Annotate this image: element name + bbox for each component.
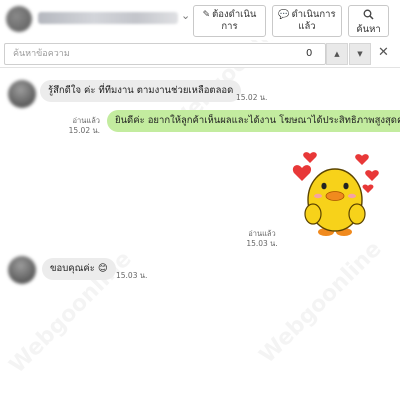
- duck-hearts-sticker[interactable]: [288, 148, 384, 240]
- done-button[interactable]: 💬 ดำเนินการ แล้ว: [272, 5, 342, 37]
- read-status: อ่านแล้ว: [72, 116, 100, 125]
- done-label-2: แล้ว: [298, 21, 316, 32]
- prev-result-button[interactable]: ▲: [326, 43, 348, 65]
- message-time: 15.03 น.: [246, 239, 278, 248]
- message-time: 15.03 น.: [116, 271, 148, 280]
- incoming-message[interactable]: รู้สึกดีใจ ค่ะ ที่ทีมงาน ตามงานช่วยเหลือ…: [40, 80, 242, 102]
- message-search-bar: 0 ▲ ▼ ✕: [0, 42, 400, 68]
- todo-label-2: การ: [221, 21, 238, 32]
- message-time: 15.02 น.: [68, 126, 100, 135]
- close-icon[interactable]: ✕: [378, 45, 389, 60]
- contact-name-blurred[interactable]: [38, 12, 178, 24]
- read-status: อ่านแล้ว: [248, 229, 276, 238]
- note-icon: ✎: [202, 10, 211, 20]
- watermark: Webgoonline: [255, 237, 387, 369]
- triangle-up-icon: ▲: [334, 50, 340, 58]
- next-result-button[interactable]: ▼: [349, 43, 371, 65]
- sender-avatar[interactable]: [8, 80, 36, 108]
- outgoing-message[interactable]: ยินดีค่ะ อยากให้ลูกค้าเห็นผลและได้งาน โฆ…: [107, 110, 400, 132]
- done-label-1: ดำเนินการ: [291, 9, 336, 20]
- incoming-message[interactable]: ขอบคุณค่ะ 😊: [42, 258, 116, 280]
- search-button[interactable]: ค้นหา: [348, 5, 389, 37]
- message-search-input[interactable]: [4, 43, 326, 65]
- message-time: 15.02 น.: [236, 93, 268, 102]
- sender-avatar[interactable]: [8, 256, 36, 284]
- chat-icon: 💬: [278, 10, 290, 20]
- contact-avatar[interactable]: [6, 6, 32, 32]
- search-result-count: 0: [306, 48, 313, 59]
- chat-header: ⌄ ✎ ต้องดำเนิน การ 💬 ดำเนินการ แล้ว ค้นหา: [0, 0, 400, 40]
- chevron-down-icon[interactable]: ⌄: [181, 9, 190, 22]
- search-icon: [349, 9, 388, 24]
- todo-label-1: ต้องดำเนิน: [212, 9, 257, 20]
- todo-button[interactable]: ✎ ต้องดำเนิน การ: [193, 5, 266, 37]
- search-label: ค้นหา: [356, 24, 381, 35]
- triangle-down-icon: ▼: [357, 50, 363, 58]
